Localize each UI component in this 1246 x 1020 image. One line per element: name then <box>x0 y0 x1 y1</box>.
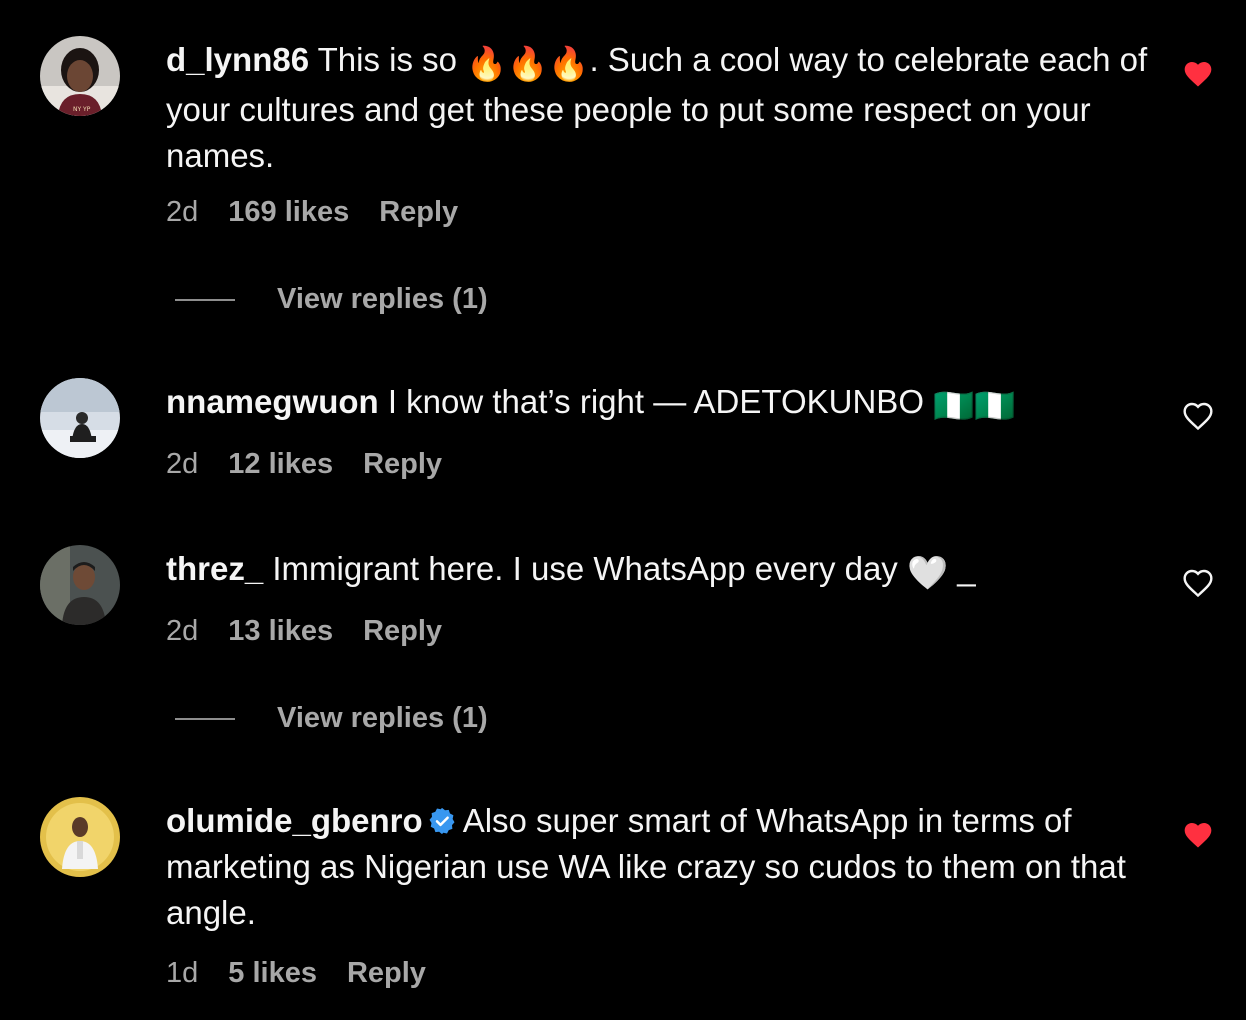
view-replies-button[interactable]: View replies (1) <box>175 702 488 735</box>
reply-button[interactable]: Reply <box>379 196 458 229</box>
white-heart-emoji: 🤍 <box>906 554 949 591</box>
username-link[interactable]: d_lynn86 <box>166 41 309 78</box>
username-link[interactable]: olumide_gbenro <box>166 802 423 839</box>
avatar[interactable] <box>40 545 120 625</box>
likes-count[interactable]: 5 likes <box>228 957 317 990</box>
comment-meta: 1d 5 likes Reply <box>166 957 426 990</box>
avatar[interactable] <box>40 797 120 877</box>
heart-filled-icon[interactable] <box>1182 819 1214 851</box>
username-link[interactable]: nnamegwuon <box>166 383 379 420</box>
reply-button[interactable]: Reply <box>363 448 442 481</box>
comment-body: This is so <box>317 41 467 78</box>
timestamp: 2d <box>166 448 199 480</box>
timestamp: 1d <box>166 957 199 989</box>
comment-text: threz_ Immigrant here. I use WhatsApp ev… <box>166 546 1156 596</box>
avatar-image <box>40 378 120 458</box>
divider-line <box>175 298 235 301</box>
heart-filled-icon[interactable] <box>1182 58 1214 90</box>
comment-meta: 2d 13 likes Reply <box>166 615 442 648</box>
avatar-image <box>40 545 120 625</box>
comments-list: NY YP d_lynn86 This is so 🔥🔥🔥. Such a co… <box>0 0 1246 1020</box>
comment-body-cont: _ <box>948 550 976 587</box>
comment-text: olumide_gbenro Also super smart of WhatsA… <box>166 798 1156 936</box>
likes-count[interactable]: 13 likes <box>228 615 333 648</box>
view-replies-label: View replies (1) <box>277 702 488 734</box>
reply-button[interactable]: Reply <box>347 957 426 990</box>
avatar-image: NY YP <box>40 36 120 116</box>
timestamp: 2d <box>166 615 199 647</box>
verified-badge-icon <box>429 807 455 835</box>
divider-line <box>175 717 235 720</box>
comment-body: Immigrant here. I use WhatsApp every day <box>272 550 907 587</box>
comment-meta: 2d 169 likes Reply <box>166 196 458 229</box>
username-link[interactable]: threz_ <box>166 550 263 587</box>
svg-text:NY YP: NY YP <box>73 106 91 113</box>
nigeria-flag-emoji: 🇳🇬🇳🇬 <box>933 387 1016 424</box>
avatar[interactable] <box>40 378 120 458</box>
view-replies-button[interactable]: View replies (1) <box>175 283 488 316</box>
comment-text: nnamegwuon I know that’s right — ADETOKU… <box>166 379 1156 429</box>
likes-count[interactable]: 169 likes <box>228 196 349 229</box>
view-replies-label: View replies (1) <box>277 283 488 315</box>
comment-body: I know that’s right — ADETOKUNBO <box>387 383 934 420</box>
comment-text: d_lynn86 This is so 🔥🔥🔥. Such a cool way… <box>166 37 1156 179</box>
comment-meta: 2d 12 likes Reply <box>166 448 442 481</box>
likes-count[interactable]: 12 likes <box>228 448 333 481</box>
timestamp: 2d <box>166 196 199 228</box>
avatar-image <box>40 797 120 877</box>
reply-button[interactable]: Reply <box>363 615 442 648</box>
fire-emoji: 🔥🔥🔥 <box>466 45 590 82</box>
heart-outline-icon[interactable] <box>1182 567 1214 599</box>
heart-outline-icon[interactable] <box>1182 400 1214 432</box>
comment-body-cont: . Such a cool way to celebrate each of y… <box>166 41 1148 174</box>
avatar[interactable]: NY YP <box>40 36 120 116</box>
